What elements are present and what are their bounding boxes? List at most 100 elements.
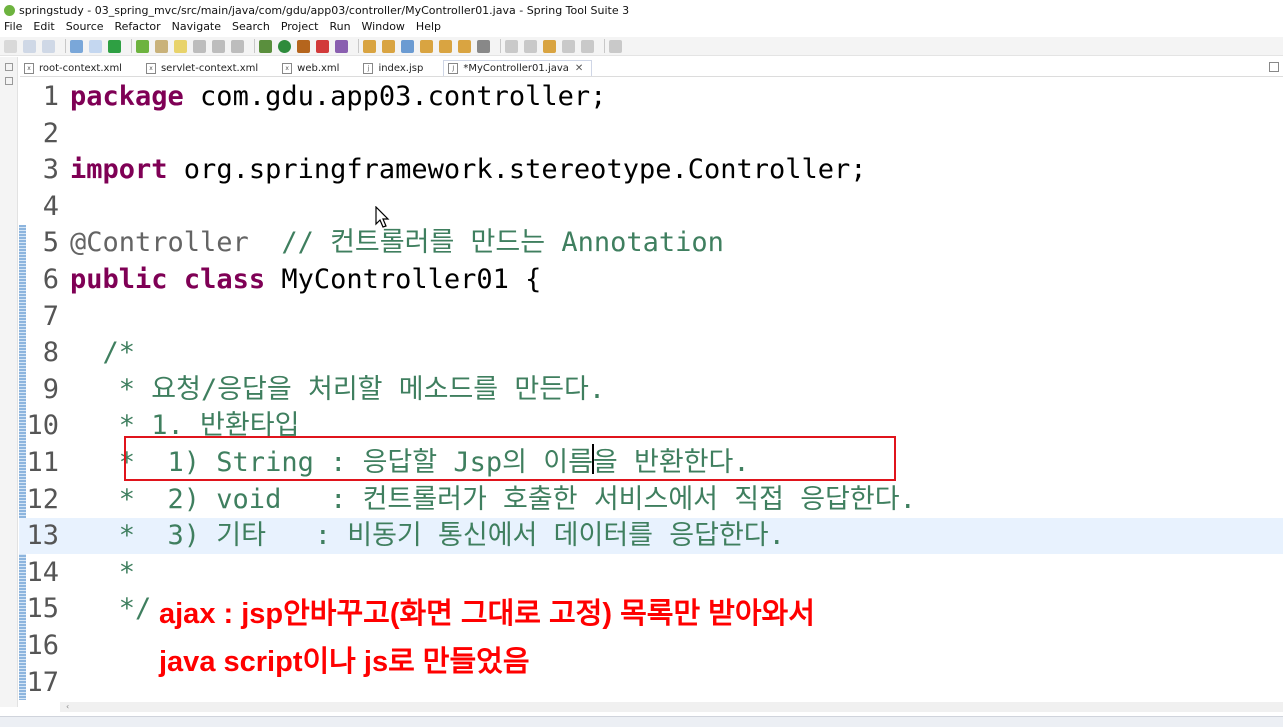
next-annotation-icon[interactable] (505, 39, 518, 53)
code-line[interactable]: 7 (19, 299, 1283, 335)
code-line[interactable]: 6 public class MyController01 { (19, 262, 1283, 298)
tab-label: index.jsp (378, 62, 424, 74)
code-line[interactable]: 8 /* (19, 335, 1283, 371)
maximize-editor-icon[interactable] (1269, 62, 1279, 72)
open-folder-icon[interactable] (420, 39, 433, 53)
code-token: MyController01 { (265, 264, 542, 295)
text-caret (592, 444, 594, 474)
menu-navigate[interactable]: Navigate (172, 20, 221, 36)
menu-window[interactable]: Window (362, 20, 405, 36)
open-perspective-icon[interactable] (401, 39, 414, 53)
line-number: 17 (26, 666, 59, 698)
code-text: * 3) 기타 : 비동기 통신에서 데이터를 응답한다. (70, 518, 785, 554)
line-number: 8 (42, 337, 59, 369)
toolbar-separator (604, 39, 605, 53)
tab-web-xml[interactable]: x web.xml (278, 60, 347, 76)
restore-view-icon[interactable] (5, 63, 13, 71)
menu-project[interactable]: Project (281, 20, 319, 36)
main-toolbar (0, 37, 1283, 56)
code-line[interactable]: 5 @Controller // 컨트롤러를 만드는 Annotation (19, 225, 1283, 261)
forward-icon[interactable] (581, 39, 594, 53)
back-icon[interactable] (562, 39, 575, 53)
horizontal-scrollbar[interactable]: ‹ (60, 702, 1283, 712)
pin-editor-icon[interactable] (609, 39, 622, 53)
tab-label: web.xml (297, 62, 340, 74)
title-bar: springstudy - 03_spring_mvc/src/main/jav… (0, 0, 1283, 20)
terminal-icon[interactable] (70, 39, 83, 53)
toolbar-separator (254, 39, 255, 53)
refresh-icon[interactable] (136, 39, 149, 53)
tab-servlet-context-xml[interactable]: x servlet-context.xml (142, 60, 266, 76)
run-icon[interactable] (278, 39, 291, 53)
annotation-note-line2: java script이나 js로 만들었음 (159, 646, 530, 678)
pen-icon[interactable] (439, 39, 452, 53)
bottom-panel-bar (0, 716, 1283, 727)
toolbar-separator (131, 39, 132, 53)
new-icon[interactable] (4, 39, 17, 53)
editor-tab-bar: x root-context.xml x servlet-context.xml… (20, 60, 1283, 77)
menu-help[interactable]: Help (416, 20, 441, 36)
code-line[interactable]: 2 (19, 116, 1283, 152)
line-number: 12 (26, 483, 59, 515)
show-whitespace-icon[interactable] (212, 39, 225, 53)
code-line[interactable]: 12 * 2) void : 컨트롤러가 호출한 서비스에서 직접 응답한다. (19, 482, 1283, 518)
menu-edit[interactable]: Edit (33, 20, 54, 36)
code-line[interactable]: 4 (19, 189, 1283, 225)
tab-mycontroller01-java[interactable]: J *MyController01.java ✕ (443, 60, 593, 76)
tab-label: root-context.xml (39, 62, 122, 74)
mark-occurrences-icon[interactable] (174, 39, 187, 53)
close-icon[interactable]: ✕ (575, 63, 583, 74)
code-token: import (70, 154, 168, 186)
tab-label: *MyController01.java (463, 63, 569, 74)
external-tools-icon[interactable] (297, 39, 310, 53)
menu-run[interactable]: Run (329, 20, 350, 36)
previous-annotation-icon[interactable] (524, 39, 537, 53)
code-token: org.springframework.stereotype.Controlle… (167, 154, 867, 186)
xml-file-icon: x (145, 62, 156, 74)
package-explorer-icon[interactable] (5, 77, 13, 85)
mouse-pointer-icon (375, 206, 390, 228)
debug-icon[interactable] (259, 39, 272, 53)
open-type-icon[interactable] (155, 39, 168, 53)
line-number: 1 (42, 81, 59, 112)
code-token: * (70, 556, 136, 588)
word-wrap-icon[interactable] (231, 39, 244, 53)
menu-refactor[interactable]: Refactor (115, 20, 161, 36)
tab-label: servlet-context.xml (160, 62, 259, 74)
code-line[interactable]: 14 * (19, 555, 1283, 591)
tab-index-jsp[interactable]: j index.jsp (359, 60, 431, 76)
globe-icon[interactable] (477, 39, 490, 53)
line-number: 13 (26, 520, 59, 552)
code-token: class (183, 264, 266, 295)
folder-icon[interactable] (458, 39, 471, 53)
block-selection-icon[interactable] (193, 39, 206, 53)
line-number: 14 (26, 556, 59, 588)
line-number: 15 (26, 593, 59, 625)
line-number: 3 (42, 154, 59, 186)
stop-server-icon[interactable] (316, 39, 329, 53)
highlight-box (124, 436, 896, 481)
new-java-class-icon[interactable] (382, 39, 395, 53)
code-line[interactable]: 13 * 3) 기타 : 비동기 통신에서 데이터를 응답한다. (19, 518, 1283, 555)
java-file-icon: J (448, 63, 459, 74)
code-token: package (70, 81, 184, 112)
last-edit-icon[interactable] (543, 39, 556, 53)
save-all-icon[interactable] (42, 39, 55, 53)
server-icon[interactable] (335, 39, 348, 53)
code-line[interactable]: 3 import org.springframework.stereotype.C… (19, 152, 1283, 188)
menu-file[interactable]: File (4, 20, 22, 36)
spring-boot-icon[interactable] (108, 39, 121, 53)
save-icon[interactable] (23, 39, 36, 53)
tab-root-context-xml[interactable]: x root-context.xml (20, 60, 130, 76)
menu-search[interactable]: Search (232, 20, 270, 36)
select-icon[interactable] (89, 39, 102, 53)
code-token: * 2) void : 컨트롤러가 호출한 서비스에서 직접 응답한다. (70, 483, 916, 515)
line-number: 6 (42, 264, 59, 295)
code-line[interactable]: 9 * 요청/응답을 처리할 메소드를 만든다. (19, 372, 1283, 408)
menu-source[interactable]: Source (66, 20, 104, 36)
code-line[interactable]: 1 package com.gdu.app03.controller; (19, 79, 1283, 115)
code-text: * 요청/응답을 처리할 메소드를 만든다. (70, 372, 605, 408)
line-number: 2 (42, 117, 59, 149)
new-java-package-icon[interactable] (363, 39, 376, 53)
